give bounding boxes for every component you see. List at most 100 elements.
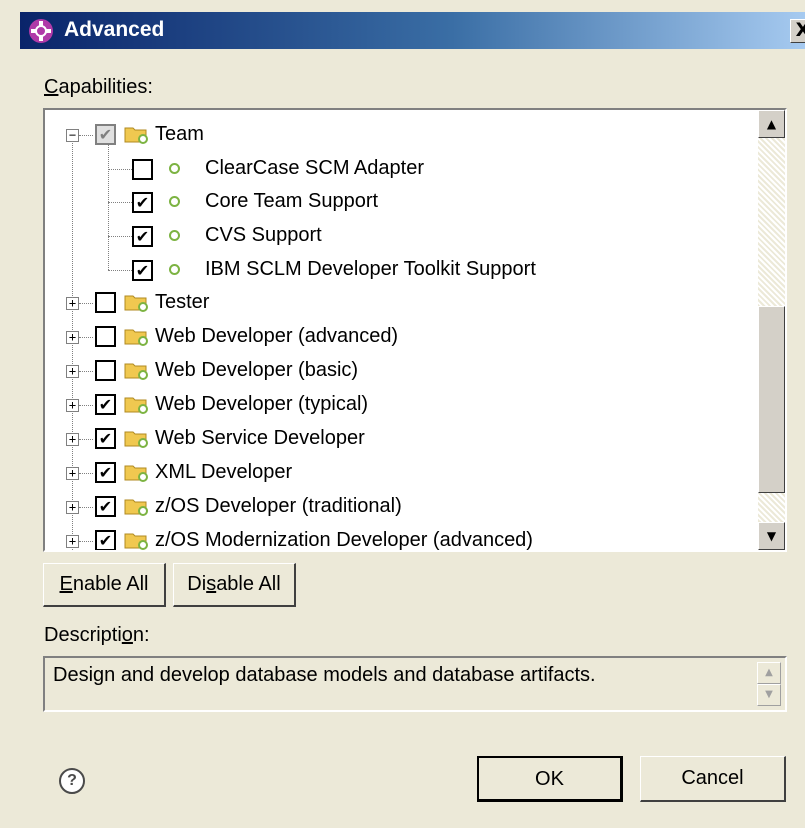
- expand-icon[interactable]: +: [66, 467, 79, 480]
- folder-icon: [124, 363, 148, 380]
- web-service-dev-checkbox[interactable]: ✔: [95, 428, 116, 449]
- tree-connector: [79, 439, 93, 440]
- plugin-dot-icon: [169, 196, 180, 207]
- expand-icon[interactable]: +: [66, 433, 79, 446]
- tree-item-label: z/OS Modernization Developer (advanced): [155, 529, 533, 550]
- capabilities-label-rest: apabilities:: [58, 76, 153, 98]
- clearcase-checkbox[interactable]: [132, 159, 153, 180]
- team-checkbox[interactable]: ✔: [95, 124, 116, 145]
- tree-item-label: CVS Support: [205, 224, 322, 246]
- zos-modernization-checkbox[interactable]: ✔: [95, 530, 116, 550]
- folder-icon: [124, 431, 148, 448]
- web-dev-advanced-checkbox[interactable]: [95, 326, 116, 347]
- capabilities-label: Capabilities:: [44, 76, 153, 99]
- tree-item-label: Tester: [155, 291, 210, 313]
- tree-item-label: Web Developer (typical): [155, 393, 369, 415]
- core-team-checkbox[interactable]: ✔: [132, 192, 153, 213]
- tree-item-label: ClearCase SCM Adapter: [205, 157, 424, 179]
- tree-item-clearcase[interactable]: ClearCase SCM Adapter: [45, 153, 757, 186]
- title-bar[interactable]: Advanced X: [20, 12, 805, 49]
- tree-item-web-dev-basic[interactable]: + Web Developer (basic): [45, 355, 757, 388]
- tree-item-label: Web Developer (basic): [155, 359, 359, 381]
- cvs-checkbox[interactable]: ✔: [132, 226, 153, 247]
- tree-item-label: Web Developer (advanced): [155, 325, 399, 347]
- folder-icon: [124, 397, 148, 414]
- expand-icon[interactable]: +: [66, 331, 79, 344]
- window-title: Advanced: [64, 18, 165, 41]
- tree-connector: [79, 371, 93, 372]
- sclm-checkbox[interactable]: ✔: [132, 260, 153, 281]
- disable-all-button[interactable]: Disable All: [173, 563, 296, 607]
- enable-all-label: nable All: [72, 573, 149, 595]
- tree-item-core-team[interactable]: ✔ Core Team Support: [45, 186, 757, 219]
- disable-all-label-a: Di: [187, 573, 207, 595]
- tree-connector: [79, 405, 93, 406]
- expand-icon[interactable]: +: [66, 399, 79, 412]
- plugin-dot-icon: [169, 230, 180, 241]
- expand-icon[interactable]: +: [66, 365, 79, 378]
- description-text: Design and develop database models and d…: [53, 664, 596, 686]
- tree-item-tester[interactable]: + Tester: [45, 287, 757, 320]
- description-label: Description:: [44, 624, 150, 647]
- description-mnemonic: o: [121, 624, 133, 646]
- enable-all-mnemonic: E: [59, 573, 73, 595]
- close-button[interactable]: X: [790, 19, 805, 43]
- scroll-up-button[interactable]: ▲: [757, 662, 781, 684]
- zos-dev-traditional-checkbox[interactable]: ✔: [95, 496, 116, 517]
- enable-all-button[interactable]: Enable All: [43, 563, 166, 607]
- tree-scrollbar[interactable]: ▲ ▼: [758, 110, 785, 550]
- expand-icon[interactable]: +: [66, 297, 79, 310]
- folder-icon: [124, 329, 148, 346]
- tree-item-cvs[interactable]: ✔ CVS Support: [45, 220, 757, 253]
- disable-all-mnemonic: s: [206, 573, 217, 595]
- disable-all-label-b: able All: [216, 573, 281, 595]
- xml-dev-checkbox[interactable]: ✔: [95, 462, 116, 483]
- expand-icon[interactable]: +: [66, 501, 79, 514]
- collapse-icon[interactable]: −: [66, 129, 79, 142]
- ok-button[interactable]: OK: [477, 756, 623, 802]
- folder-icon: [124, 499, 148, 516]
- scroll-up-button[interactable]: ▲: [758, 110, 785, 138]
- tree-item-label: z/OS Developer (traditional): [155, 495, 402, 517]
- tree-item-xml-dev[interactable]: + ✔ XML Developer: [45, 457, 757, 490]
- tree-connector: [79, 303, 93, 304]
- folder-icon: [124, 533, 148, 550]
- tree-connector: [79, 507, 93, 508]
- tree-connector: [79, 135, 93, 136]
- capabilities-mnemonic: C: [44, 76, 59, 98]
- tree-viewport: − ✔ Team ClearCase SCM Adapter ✔ Core Te…: [45, 110, 757, 550]
- description-scrollbar[interactable]: ▲ ▼: [757, 662, 781, 706]
- folder-icon: [124, 295, 148, 312]
- description-label-b: n:: [132, 624, 150, 646]
- scroll-thumb[interactable]: [758, 306, 785, 493]
- folder-icon: [124, 127, 148, 144]
- tree-item-label: XML Developer: [155, 461, 293, 483]
- scroll-down-button[interactable]: ▼: [757, 684, 781, 706]
- web-dev-basic-checkbox[interactable]: [95, 360, 116, 381]
- advanced-dialog: Advanced X Capabilities: − ✔ Team ClearC…: [0, 0, 805, 828]
- tree-item-label: IBM SCLM Developer Toolkit Support: [205, 258, 536, 280]
- tree-item-label: Web Service Developer: [155, 427, 365, 449]
- tree-connector: [79, 473, 93, 474]
- tree-item-zos-dev-traditional[interactable]: + ✔ z/OS Developer (traditional): [45, 491, 757, 524]
- capabilities-tree[interactable]: − ✔ Team ClearCase SCM Adapter ✔ Core Te…: [43, 108, 787, 552]
- tree-item-web-service-dev[interactable]: + ✔ Web Service Developer: [45, 423, 757, 456]
- description-label-a: Descripti: [44, 624, 122, 646]
- scroll-down-button[interactable]: ▼: [758, 522, 785, 550]
- tree-item-label: Core Team Support: [205, 190, 379, 212]
- tree-item-sclm[interactable]: ✔ IBM SCLM Developer Toolkit Support: [45, 254, 757, 287]
- tree-item-zos-modernization[interactable]: + ✔ z/OS Modernization Developer (advanc…: [45, 525, 757, 550]
- tester-checkbox[interactable]: [95, 292, 116, 313]
- tree-item-web-dev-advanced[interactable]: + Web Developer (advanced): [45, 321, 757, 354]
- cancel-button[interactable]: Cancel: [640, 756, 786, 802]
- plugin-dot-icon: [169, 163, 180, 174]
- tree-item-web-dev-typical[interactable]: + ✔ Web Developer (typical): [45, 389, 757, 422]
- expand-icon[interactable]: +: [66, 535, 79, 548]
- description-box[interactable]: Design and develop database models and d…: [43, 656, 787, 712]
- plugin-dot-icon: [169, 264, 180, 275]
- help-icon[interactable]: ?: [59, 768, 85, 794]
- tree-connector: [79, 541, 93, 542]
- web-dev-typical-checkbox[interactable]: ✔: [95, 394, 116, 415]
- folder-icon: [124, 465, 148, 482]
- tree-item-team[interactable]: − ✔ Team: [45, 120, 757, 153]
